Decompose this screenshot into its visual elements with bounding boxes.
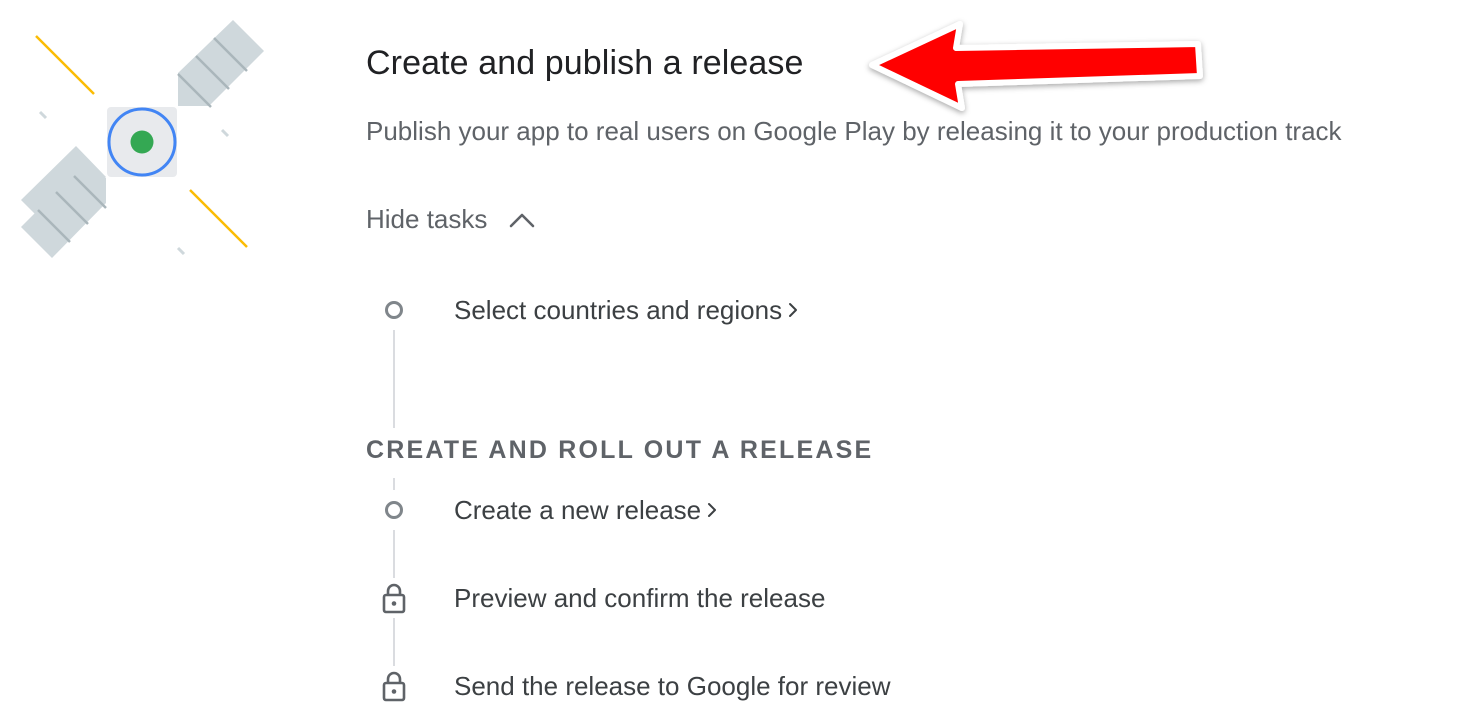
hide-tasks-label: Hide tasks (366, 204, 488, 234)
solar-panel-upper (177, 20, 264, 108)
task-label: Select countries and regions (454, 294, 783, 325)
task-preview-confirm: Preview and confirm the release (365, 578, 826, 618)
page-title: Create and publish a release (366, 44, 804, 82)
task-select-countries[interactable]: Select countries and regions (365, 290, 800, 330)
circle-outline-icon (365, 290, 423, 330)
task-send-for-review: Send the release to Google for review (365, 666, 891, 706)
page-subtitle: Publish your app to real users on Google… (366, 116, 1342, 146)
lock-icon (365, 666, 423, 706)
dash (176, 246, 186, 256)
ray-bottom-right (189, 189, 248, 248)
dash (220, 128, 230, 138)
section-title: CREATE AND ROLL OUT A RELEASE (366, 432, 874, 469)
ray-top-left (35, 35, 95, 95)
task-label: Preview and confirm the release (454, 582, 826, 613)
status-dot (130, 130, 154, 154)
timeline-line (393, 322, 395, 428)
satellite-illustration (21, 20, 264, 258)
chevron-right-icon (708, 503, 717, 517)
dash (38, 110, 48, 120)
solar-panel-lower (21, 146, 107, 258)
lock-icon (365, 578, 423, 618)
circle-outline-icon (365, 490, 423, 530)
task-create-new-release[interactable]: Create a new release (365, 490, 719, 530)
hide-tasks-toggle[interactable]: Hide tasks (366, 204, 537, 235)
chevron-right-icon (789, 303, 798, 317)
chevron-up-icon (510, 213, 535, 227)
task-label: Create a new release (454, 494, 702, 525)
task-label: Send the release to Google for review (454, 670, 891, 701)
annotation-arrow-icon (869, 21, 1203, 111)
